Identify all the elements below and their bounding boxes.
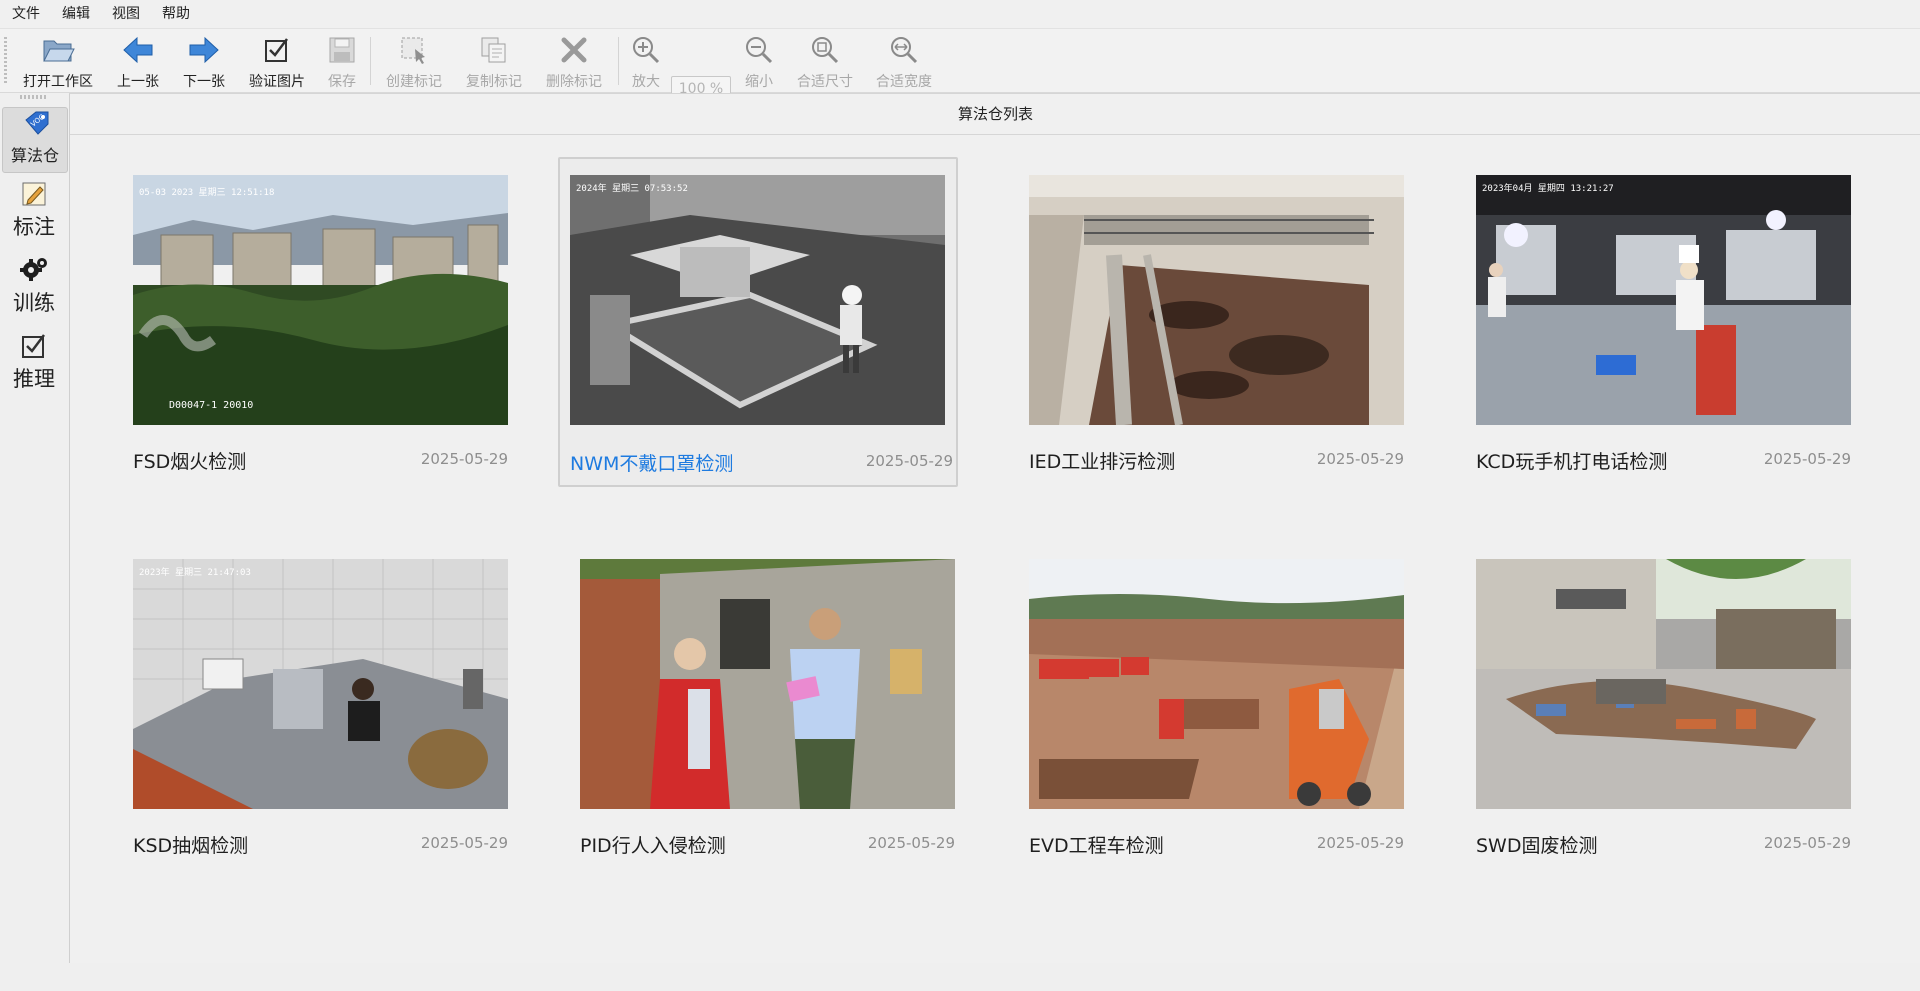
create-mark-button[interactable]: 创建标记 (380, 29, 448, 92)
model-thumbnail (1029, 559, 1404, 809)
model-card-fsd[interactable]: 05-03 2023 星期三 12:51:18 D00047-1 20010 F… (111, 157, 511, 487)
svg-text:2023年 星期三 21:47:03: 2023年 星期三 21:47:03 (139, 566, 251, 578)
panel-title: 算法仓列表 (70, 94, 1920, 135)
arrow-right-icon (186, 32, 222, 68)
model-thumbnail: 2023年04月 星期四 13:21:27 (1476, 175, 1851, 425)
model-name: FSD烟火检测 (133, 451, 247, 473)
model-name: EVD工程车检测 (1029, 835, 1164, 857)
model-name: KSD抽烟检测 (133, 835, 249, 857)
delete-x-icon (556, 32, 592, 68)
next-image-button[interactable]: 下一张 (176, 29, 232, 92)
voc-tag-icon: VOC (19, 108, 51, 140)
zoom-out-button[interactable]: 缩小 (739, 29, 779, 92)
floppy-disk-icon (324, 32, 360, 68)
prev-image-button[interactable]: 上一张 (110, 29, 166, 92)
model-card-swd[interactable]: SWD固废检测 2025-05-29 (1454, 541, 1854, 871)
model-thumbnail (1029, 175, 1404, 425)
copy-mark-icon (476, 32, 512, 68)
delete-mark-button[interactable]: 删除标记 (540, 29, 608, 92)
algorithm-store-panel: 算法仓列表 05-03 2023 星期三 12:51:18 D00047-1 2… (69, 93, 1920, 964)
menu-view[interactable]: 视图 (100, 0, 150, 28)
model-date: 2025-05-29 (1316, 450, 1404, 468)
model-date: 2025-05-29 (867, 834, 955, 852)
model-thumbnail: 2024年 星期三 07:53:52 (570, 175, 945, 425)
model-name: KCD玩手机打电话检测 (1476, 451, 1668, 473)
fit-width-button[interactable]: 合适宽度 (870, 29, 938, 92)
folder-open-icon (40, 32, 76, 68)
checkbox-icon (18, 331, 50, 361)
status-area (0, 963, 1920, 991)
menu-bar: 文件 编辑 视图 帮助 (0, 0, 1920, 29)
model-name: IED工业排污检测 (1029, 451, 1176, 473)
svg-text:D00047-1 20010: D00047-1 20010 (169, 400, 253, 411)
model-card-evd[interactable]: EVD工程车检测 2025-05-29 (1007, 541, 1407, 871)
model-date: 2025-05-29 (420, 834, 508, 852)
copy-mark-button[interactable]: 复制标记 (460, 29, 528, 92)
arrow-left-icon (120, 32, 156, 68)
model-card-ied[interactable]: IED工业排污检测 2025-05-29 (1007, 157, 1407, 487)
model-card-ksd[interactable]: 2023年 星期三 21:47:03 KSD抽烟检测 2025-05-29 (111, 541, 511, 871)
model-thumbnail: 05-03 2023 星期三 12:51:18 D00047-1 20010 (133, 175, 508, 425)
model-grid: 05-03 2023 星期三 12:51:18 D00047-1 20010 F… (70, 135, 1920, 964)
sidebar-item-train[interactable]: 训练 (0, 255, 68, 317)
sidebar-item-inference[interactable]: 推理 (0, 331, 68, 393)
model-date: 2025-05-29 (1763, 450, 1851, 468)
side-nav: VOC 算法仓 标注 训练 推理 (0, 93, 68, 991)
side-grip[interactable] (20, 95, 48, 99)
menu-edit[interactable]: 编辑 (50, 0, 100, 28)
zoom-in-icon (628, 32, 664, 68)
model-card-kcd[interactable]: 2023年04月 星期四 13:21:27 KCD玩手机打电话检测 2025-0… (1454, 157, 1854, 487)
gears-icon (18, 255, 50, 285)
fit-size-button[interactable]: 合适尺寸 (791, 29, 859, 92)
menu-help[interactable]: 帮助 (150, 0, 200, 28)
save-button[interactable]: 保存 (322, 29, 362, 92)
checkbox-icon (259, 32, 295, 68)
model-thumbnail (580, 559, 955, 809)
model-card-nwm[interactable]: 2024年 星期三 07:53:52 NWM不戴口罩检测 2025-05-29 (558, 157, 958, 487)
model-thumbnail: 2023年 星期三 21:47:03 (133, 559, 508, 809)
toolbar-separator (370, 37, 371, 85)
svg-text:2024年 星期三 07:53:52: 2024年 星期三 07:53:52 (576, 182, 688, 194)
model-date: 2025-05-29 (1316, 834, 1404, 852)
menu-file[interactable]: 文件 (0, 0, 50, 28)
zoom-out-icon (741, 32, 777, 68)
fit-size-icon (807, 32, 843, 68)
toolbar-grip[interactable] (4, 37, 7, 85)
model-card-pid[interactable]: PID行人入侵检测 2025-05-29 (558, 541, 958, 871)
model-date: 2025-05-29 (1763, 834, 1851, 852)
annotate-pencil-icon (18, 179, 50, 209)
model-name: PID行人入侵检测 (580, 835, 726, 857)
fit-width-icon (886, 32, 922, 68)
model-name: NWM不戴口罩检测 (570, 453, 734, 475)
svg-text:05-03 2023 星期三 12:51:18: 05-03 2023 星期三 12:51:18 (139, 187, 274, 198)
model-name: SWD固废检测 (1476, 835, 1598, 857)
svg-text:2023年04月 星期四 13:21:27: 2023年04月 星期四 13:21:27 (1482, 182, 1614, 194)
model-date: 2025-05-29 (420, 450, 508, 468)
verify-image-button[interactable]: 验证图片 (244, 29, 310, 92)
sidebar-item-annotate[interactable]: 标注 (0, 179, 68, 241)
toolbar: 打开工作区 上一张 下一张 验证图片 保存 创建标记 复制标记 删除标记 放大 … (0, 29, 1920, 100)
model-date: 2025-05-29 (865, 452, 953, 470)
model-thumbnail (1476, 559, 1851, 809)
sidebar-item-algorithm-store[interactable]: VOC 算法仓 (2, 107, 68, 173)
toolbar-separator (618, 37, 619, 85)
create-mark-icon (396, 32, 432, 68)
zoom-in-button[interactable]: 放大 (626, 29, 666, 92)
open-workspace-button[interactable]: 打开工作区 (18, 29, 98, 92)
